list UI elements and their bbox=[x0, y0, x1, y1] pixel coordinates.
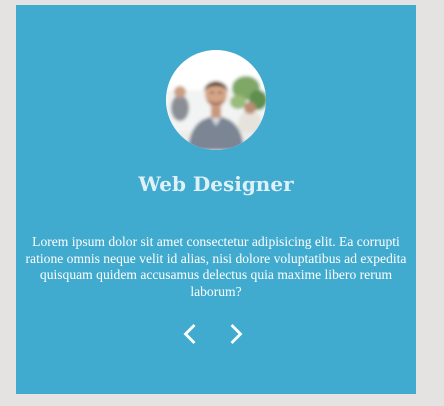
person-photo-icon bbox=[166, 50, 266, 150]
card-description: Lorem ipsum dolor sit amet consectetur a… bbox=[25, 234, 407, 299]
chevron-left-icon bbox=[183, 324, 196, 344]
chevron-right-icon bbox=[230, 324, 243, 344]
avatar bbox=[166, 50, 266, 150]
previous-button[interactable] bbox=[178, 322, 202, 346]
next-button[interactable] bbox=[224, 322, 248, 346]
testimonial-card: Web Designer Lorem ipsum dolor sit amet … bbox=[16, 5, 416, 394]
card-title: Web Designer bbox=[138, 172, 294, 196]
